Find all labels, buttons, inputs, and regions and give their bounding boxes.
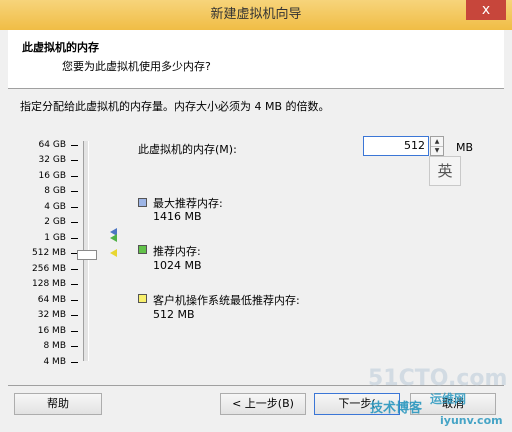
memory-description: 指定分配给此虚拟机的内存量。内存大小必须为 4 MB 的倍数。 [20, 100, 330, 113]
scale-tick [71, 191, 78, 192]
memory-input[interactable]: 512 [363, 136, 429, 156]
scale-label: 2 GB [44, 217, 66, 227]
memory-field-label: 此虚拟机的内存(M): [138, 143, 237, 156]
scale-label: 512 MB [32, 248, 66, 258]
watermark-ops: 运维网 [430, 392, 467, 406]
max-recommended-label: 最大推荐内存: [153, 197, 223, 210]
wizard-header: 此虚拟机的内存 您要为此虚拟机使用多少内存? [8, 30, 504, 89]
scale-label: 128 MB [32, 279, 66, 289]
scale-tick [71, 315, 78, 316]
min-recommended-label: 客户机操作系统最低推荐内存: [153, 294, 300, 307]
scale-tick [71, 145, 78, 146]
min-recommended-value: 512 MB [153, 308, 195, 321]
scale-label: 32 MB [37, 310, 66, 320]
help-button[interactable]: 帮助 [14, 393, 102, 415]
close-button[interactable]: x [466, 0, 506, 20]
scale-label: 4 MB [43, 357, 66, 367]
scale-tick [71, 176, 78, 177]
max-recommended-value: 1416 MB [153, 210, 202, 223]
scale-label: 8 MB [43, 341, 66, 351]
recommended-marker-icon [110, 234, 117, 242]
spinner-down-icon[interactable]: ▼ [431, 146, 443, 155]
scale-tick [71, 238, 78, 239]
scale-label: 64 GB [38, 140, 66, 150]
memory-unit: MB [456, 141, 474, 154]
scale-label: 4 GB [44, 202, 66, 212]
recommended-label: 推荐内存: [153, 245, 201, 258]
wizard-window: 新建虚拟机向导 x 此虚拟机的内存 您要为此虚拟机使用多少内存? 指定分配给此虚… [0, 0, 512, 432]
scale-label: 32 GB [38, 155, 66, 165]
scale-tick [71, 346, 78, 347]
recommended-value: 1024 MB [153, 259, 202, 272]
min-recommended-marker-icon [110, 249, 117, 257]
scale-label: 16 GB [38, 171, 66, 181]
page-title: 此虚拟机的内存 [22, 41, 99, 54]
min-recommended-swatch-icon [138, 294, 147, 303]
scale-label: 256 MB [32, 264, 66, 274]
recommended-swatch-icon [138, 245, 147, 254]
window-title: 新建虚拟机向导 [210, 7, 302, 22]
scale-tick [71, 362, 78, 363]
back-button[interactable]: < 上一步(B) [220, 393, 306, 415]
watermark-brand: 技术博客 [370, 401, 423, 416]
scale-tick [71, 269, 78, 270]
scale-tick [71, 160, 78, 161]
memory-slider-thumb[interactable] [77, 250, 97, 260]
scale-label: 1 GB [44, 233, 66, 243]
page-subtitle: 您要为此虚拟机使用多少内存? [62, 60, 211, 73]
max-recommended-swatch-icon [138, 198, 147, 207]
scale-tick [71, 222, 78, 223]
ime-indicator-icon: 英 [429, 156, 461, 186]
memory-spinner[interactable]: ▲ ▼ [430, 136, 444, 156]
scale-tick [71, 331, 78, 332]
scale-label: 8 GB [44, 186, 66, 196]
watermark-site: 51CTO.com [368, 366, 508, 391]
scale-label: 64 MB [37, 295, 66, 305]
scale-label: 16 MB [37, 326, 66, 336]
scale-tick [71, 207, 78, 208]
watermark-domain: iyunv.com [440, 414, 503, 427]
header-divider [8, 88, 504, 89]
scale-tick [71, 284, 78, 285]
title-bar: 新建虚拟机向导 x [0, 0, 512, 30]
scale-tick [71, 300, 78, 301]
